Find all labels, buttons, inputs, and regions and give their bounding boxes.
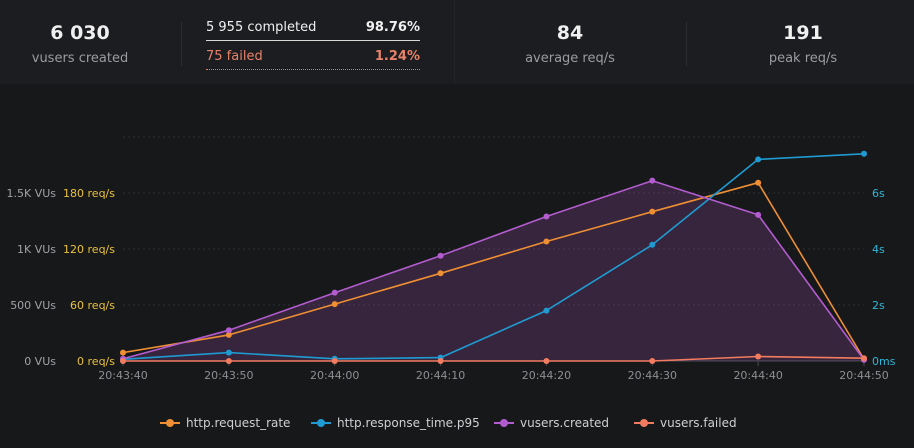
data-point xyxy=(437,270,444,277)
legend-label: vusers.created xyxy=(520,416,610,430)
legend-item-vusers-created[interactable]: vusers.created xyxy=(494,416,609,430)
legend-item-vusers-failed[interactable]: vusers.failed xyxy=(634,416,737,430)
x-tick-label: 20:44:20 xyxy=(522,369,571,382)
x-tick-label: 20:44:00 xyxy=(310,369,359,382)
data-point xyxy=(225,349,232,356)
vusers-created-label: vusers created xyxy=(31,51,129,66)
completed-row: 5 955 completed 98.76% xyxy=(206,20,420,41)
legend-item-request-rate[interactable]: http.request_rate xyxy=(160,416,290,430)
req-tick-label: 0 req/s xyxy=(77,355,115,368)
x-tick-label: 20:43:40 xyxy=(98,369,147,382)
legend-label: http.request_rate xyxy=(186,416,291,430)
failed-label: 75 failed xyxy=(206,49,263,64)
peak-rate-value: 191 xyxy=(783,22,823,44)
average-rate-stat: 84 average req/s xyxy=(490,0,650,84)
data-point xyxy=(437,358,444,364)
data-point xyxy=(331,301,338,308)
data-point xyxy=(649,208,656,215)
x-tick-label: 20:44:40 xyxy=(733,369,782,382)
data-point xyxy=(543,213,550,220)
data-point xyxy=(861,150,867,157)
vus-tick-label: 0 VUs xyxy=(24,355,56,368)
req-tick-label: 180 req/s xyxy=(63,187,115,200)
response-time-swatch-icon xyxy=(311,419,331,427)
data-point xyxy=(543,358,550,364)
data-point xyxy=(225,327,232,334)
stat-divider xyxy=(686,22,687,66)
req-tick-label: 120 req/s xyxy=(63,243,115,256)
failed-row: 75 failed 1.24% xyxy=(206,49,420,70)
average-rate-label: average req/s xyxy=(525,51,615,66)
legend-item-response-time[interactable]: http.response_time.p95 xyxy=(311,416,480,430)
data-point xyxy=(649,241,656,248)
x-tick-label: 20:43:50 xyxy=(204,369,253,382)
x-tick-label: 20:44:30 xyxy=(628,369,677,382)
data-point xyxy=(120,349,126,356)
vusers-failed-swatch-icon xyxy=(634,419,654,427)
data-point xyxy=(649,358,656,364)
vus-tick-label: 1K VUs xyxy=(17,243,56,256)
data-point xyxy=(543,238,550,245)
request-rate-swatch-icon xyxy=(160,419,180,427)
vusers-created-stat: 6 030 vusers created xyxy=(0,0,160,84)
chart-legend: http.request_rate http.response_time.p95… xyxy=(0,416,914,434)
vus-tick-label: 1.5K VUs xyxy=(6,187,56,200)
vusers-created-value: 6 030 xyxy=(50,22,110,44)
ms-tick-label: 0ms xyxy=(872,355,896,368)
ms-tick-label: 6s xyxy=(872,187,885,200)
vusers-created-swatch-icon xyxy=(494,419,514,427)
timeline-chart: 0 VUs 500 VUs 1K VUs 1.5K VUs 0 req/s 60 req/… xyxy=(6,136,896,382)
x-tick-label: 20:44:10 xyxy=(416,369,465,382)
data-point xyxy=(225,358,232,364)
data-point xyxy=(861,355,867,362)
summary-stats-bar: 6 030 vusers created 5 955 completed 98.… xyxy=(0,0,914,84)
ms-tick-label: 2s xyxy=(872,299,885,312)
x-tick-label: 20:44:50 xyxy=(839,369,888,382)
peak-rate-label: peak req/s xyxy=(768,51,838,66)
vus-tick-label: 500 VUs xyxy=(10,299,56,312)
stat-divider xyxy=(181,22,182,66)
data-point xyxy=(649,177,656,184)
data-point xyxy=(331,358,338,364)
data-point xyxy=(543,307,550,314)
legend-label: http.response_time.p95 xyxy=(337,416,480,430)
data-point xyxy=(755,179,762,186)
data-point xyxy=(755,211,762,218)
req-tick-label: 60 req/s xyxy=(70,299,115,312)
completed-percent: 98.76% xyxy=(365,20,420,35)
data-point xyxy=(120,358,126,364)
legend-label: vusers.failed xyxy=(660,416,737,430)
stat-divider xyxy=(454,0,455,84)
data-point xyxy=(331,289,338,296)
ms-tick-label: 4s xyxy=(872,243,885,256)
peak-rate-stat: 191 peak req/s xyxy=(722,0,884,84)
data-point xyxy=(755,353,762,360)
average-rate-value: 84 xyxy=(556,22,584,44)
data-point xyxy=(755,156,762,163)
failed-percent: 1.24% xyxy=(374,49,420,64)
completed-label: 5 955 completed xyxy=(206,20,317,35)
data-point xyxy=(437,252,444,259)
